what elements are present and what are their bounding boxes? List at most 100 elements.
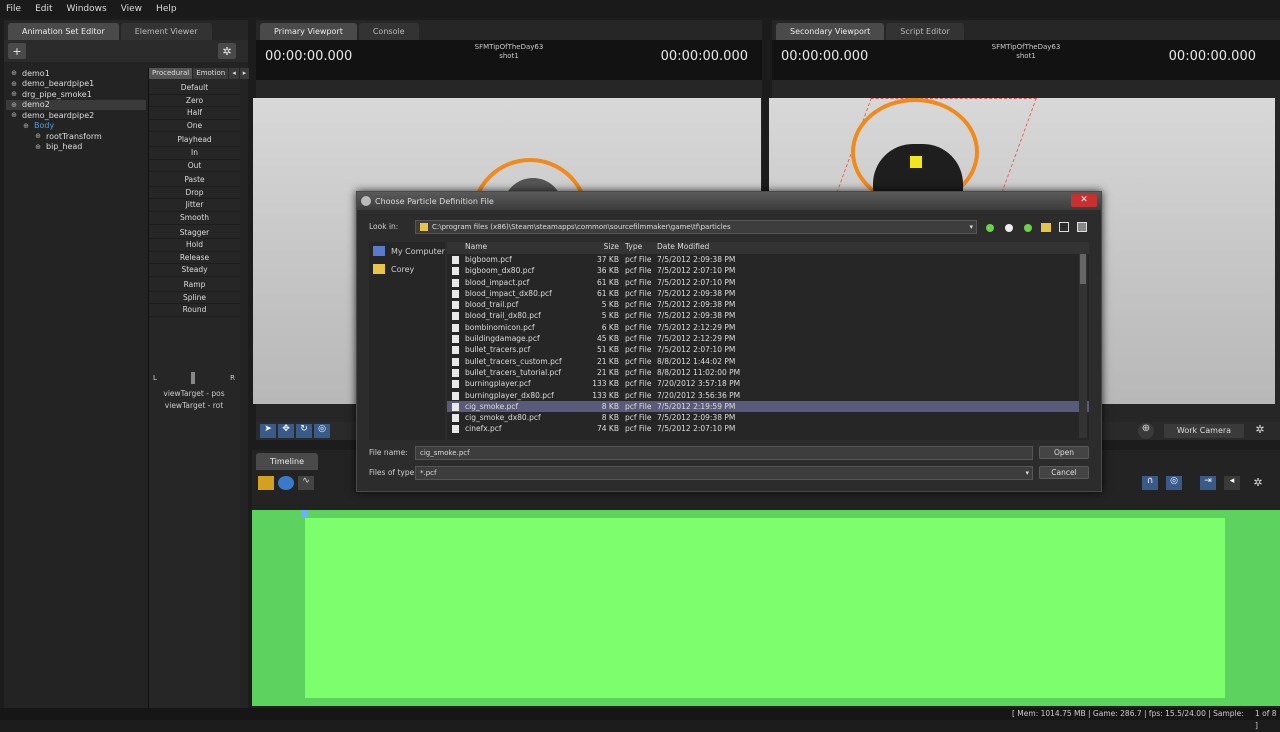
scrollbar-thumb[interactable]	[1080, 254, 1086, 284]
playhead-marker[interactable]	[302, 510, 308, 518]
tab-secondary-viewport[interactable]: Secondary Viewport	[776, 23, 885, 40]
cancel-button[interactable]: Cancel	[1039, 466, 1089, 479]
tab-procedural[interactable]: Procedural	[149, 68, 193, 79]
proc-item[interactable]: Default	[149, 82, 240, 95]
work-camera-button[interactable]: Work Camera	[1164, 424, 1244, 438]
look-in-select[interactable]: C:\program files (x86)\Steam\steamapps\c…	[415, 220, 977, 234]
slider-thumb[interactable]	[191, 372, 195, 384]
proc-item[interactable]: Stagger	[149, 227, 240, 240]
up-icon[interactable]	[1024, 224, 1032, 232]
file-row[interactable]: blood_trail_dx80.pcf 5 KB pcf File 7/5/2012…	[447, 310, 1089, 321]
proc-item[interactable]: Playhead	[149, 134, 240, 147]
col-type[interactable]: Type	[619, 242, 653, 254]
view-target-pos[interactable]: viewTarget - pos	[149, 388, 239, 400]
col-size[interactable]: Size	[587, 242, 619, 254]
new-folder-icon[interactable]	[1041, 223, 1051, 232]
back-icon[interactable]	[986, 224, 994, 232]
proc-item[interactable]: Drop	[149, 187, 240, 200]
timeline-track-area[interactable]	[252, 510, 1280, 706]
tab-console[interactable]: Console	[358, 23, 419, 40]
gear-icon[interactable]: ✲	[1250, 476, 1266, 490]
menu-file[interactable]: File	[6, 4, 21, 14]
proc-item[interactable]: Jitter	[149, 199, 240, 212]
col-name[interactable]: Name	[447, 242, 587, 254]
file-name-input[interactable]: cig_smoke.pcf	[415, 446, 1033, 460]
proc-item[interactable]: In	[149, 147, 240, 160]
forward-icon[interactable]	[1005, 224, 1013, 232]
menu-help[interactable]: Help	[156, 4, 177, 14]
tree-item[interactable]: ⊕ demo_beardpipe1	[6, 79, 146, 90]
scrollbar[interactable]	[1079, 244, 1087, 438]
tab-script-editor[interactable]: Script Editor	[886, 23, 964, 40]
select-tool-icon[interactable]: ➤	[260, 424, 276, 438]
tree-item[interactable]: ⊕ rootTransform	[6, 131, 146, 142]
tree-item[interactable]: ⊕ drg_pipe_smoke1	[6, 89, 146, 100]
file-row[interactable]: bullet_tracers.pcf 51 KB pcf File 7/5/2012 …	[447, 344, 1089, 355]
menu-windows[interactable]: Windows	[67, 4, 107, 14]
file-row[interactable]: blood_impact_dx80.pcf 61 KB pcf File 7/5/20…	[447, 288, 1089, 299]
tab-timeline[interactable]: Timeline	[256, 453, 319, 470]
proc-item[interactable]: Paste	[149, 174, 240, 187]
file-row[interactable]: bullet_tracers_tutorial.pcf 21 KB pcf File…	[447, 367, 1089, 378]
proc-item[interactable]: Round	[149, 304, 240, 317]
tree-item[interactable]: ⊕ bip_head	[6, 142, 146, 153]
proc-item[interactable]: Steady	[149, 264, 240, 277]
proc-item[interactable]: Out	[149, 160, 240, 173]
loop-icon[interactable]: ◎	[1166, 476, 1182, 490]
file-row[interactable]: bombinomicon.pcf 6 KB pcf File 7/5/2012 2:1…	[447, 322, 1089, 333]
target-icon[interactable]: ⊕	[1138, 423, 1154, 439]
open-button[interactable]: Open	[1039, 446, 1089, 459]
tab-primary-viewport[interactable]: Primary Viewport	[260, 23, 357, 40]
tab-element-viewer[interactable]: Element Viewer	[120, 23, 212, 40]
proc-item[interactable]: Half	[149, 107, 240, 120]
file-row[interactable]: bigboom.pcf 37 KB pcf File 7/5/2012 2:09:38…	[447, 254, 1089, 265]
file-row[interactable]: cig_smoke_dx80.pcf 8 KB pcf File 7/5/2012 2…	[447, 412, 1089, 423]
expand-icon[interactable]: ⊕	[10, 90, 18, 98]
speaker-icon[interactable]: ◂	[1224, 476, 1240, 490]
proc-item[interactable]: Spline	[149, 292, 240, 305]
gear-icon[interactable]: ✲	[1252, 423, 1268, 439]
file-row[interactable]: cinefx.pcf 74 KB pcf File 7/5/2012 2:07:10 …	[447, 423, 1089, 434]
proc-item[interactable]: Ramp	[149, 279, 240, 292]
chevron-left-icon[interactable]: ◂	[229, 68, 239, 79]
clip-editor-icon[interactable]	[258, 476, 274, 490]
file-row[interactable]: bullet_tracers_custom.pcf 21 KB pcf File 8/…	[447, 356, 1089, 367]
place-corey[interactable]: Corey	[369, 260, 445, 278]
file-row[interactable]: blood_impact.pcf 61 KB pcf File 7/5/2012 2:…	[447, 277, 1089, 288]
proc-item[interactable]: Release	[149, 252, 240, 265]
selection-handle[interactable]	[908, 154, 924, 170]
proc-item[interactable]: Hold	[149, 239, 240, 252]
graph-editor-icon[interactable]: ∿	[298, 476, 314, 490]
tree-item[interactable]: ⊕ Body	[6, 121, 146, 132]
file-row[interactable]: burningplayer_dx80.pcf 133 KB pcf File 7/20…	[447, 390, 1089, 401]
gear-icon[interactable]: ✲	[218, 43, 236, 59]
motion-editor-icon[interactable]	[278, 476, 294, 490]
tree-item[interactable]: ⊕ demo1	[6, 68, 146, 79]
lr-slider[interactable]: L R	[153, 372, 235, 386]
close-button[interactable]: ✕	[1071, 194, 1097, 207]
move-tool-icon[interactable]: ✥	[278, 424, 294, 438]
place-my-computer[interactable]: My Computer	[369, 242, 445, 260]
expand-icon[interactable]: ⊕	[10, 101, 18, 109]
tree-item[interactable]: ⊕ demo2	[6, 99, 146, 110]
expand-icon[interactable]: ⊕	[34, 132, 42, 140]
expand-icon[interactable]: ⊕	[34, 143, 42, 151]
detail-view-icon[interactable]	[1077, 222, 1087, 232]
col-date[interactable]: Date Modified	[653, 242, 753, 254]
menu-view[interactable]: View	[121, 4, 142, 14]
proc-item[interactable]: Smooth	[149, 212, 240, 225]
proc-item[interactable]: One	[149, 120, 240, 133]
files-of-type-select[interactable]: *.pcf ▾	[415, 466, 1033, 480]
tab-emotion[interactable]: Emotion	[193, 68, 229, 79]
menu-edit[interactable]: Edit	[35, 4, 52, 14]
rotate-tool-icon[interactable]: ↻	[296, 424, 312, 438]
view-target-rot[interactable]: viewTarget - rot	[149, 400, 239, 412]
expand-icon[interactable]: ⊕	[10, 69, 18, 77]
file-row[interactable]: burningplayer.pcf 133 KB pcf File 7/20/2012…	[447, 378, 1089, 389]
magnet-icon[interactable]: ∩	[1142, 476, 1158, 490]
file-row[interactable]: cig_smoke.pcf 8 KB pcf File 7/5/2012 2:19:5…	[447, 400, 1089, 413]
file-row[interactable]: bigboom_dx80.pcf 36 KB pcf File 7/5/2012 2:…	[447, 265, 1089, 276]
expand-icon[interactable]: ⊕	[22, 122, 30, 130]
tab-animation-set-editor[interactable]: Animation Set Editor	[8, 23, 119, 40]
scale-tool-icon[interactable]: ◎	[314, 424, 330, 438]
